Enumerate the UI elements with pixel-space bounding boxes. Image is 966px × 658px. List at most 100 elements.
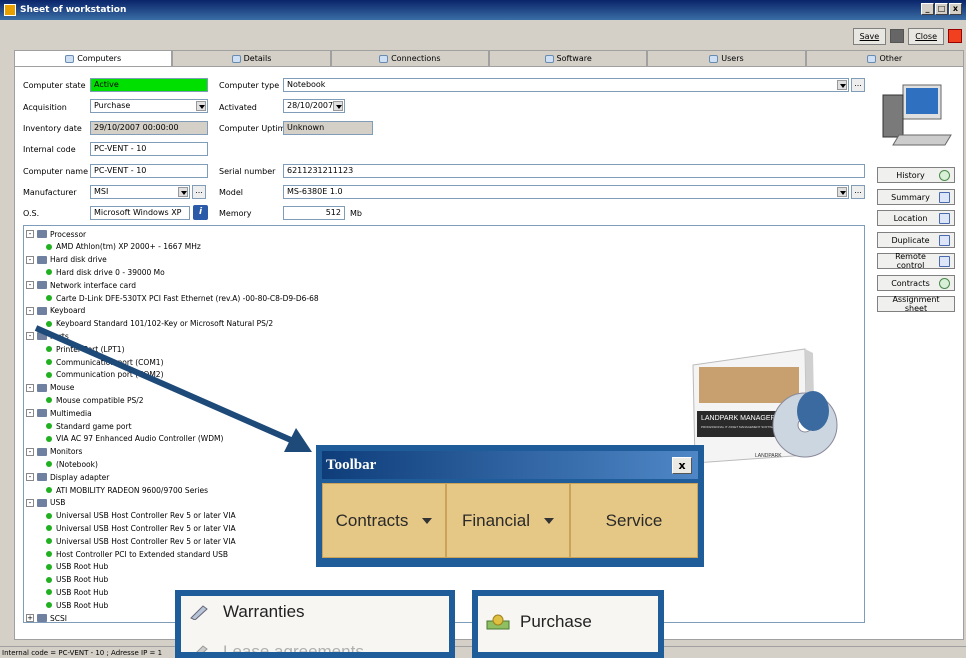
location-button[interactable]: Location xyxy=(877,210,955,226)
tree-category[interactable]: - Keyboard xyxy=(26,305,85,317)
tree-item[interactable]: Communication port (COM2) xyxy=(46,369,164,381)
tree-item[interactable]: Host Controller PCI to Extended standard… xyxy=(46,548,228,560)
tab-label: Other xyxy=(879,54,903,63)
computer-state-field[interactable]: Active xyxy=(90,78,208,92)
close-button[interactable]: Close xyxy=(908,27,944,45)
toolbar-contracts-label: Contracts xyxy=(335,510,409,530)
tree-category[interactable]: - Ports xyxy=(26,330,69,342)
tree-item[interactable]: USB Root Hub xyxy=(46,574,108,586)
tree-category[interactable]: - Mouse xyxy=(26,382,74,394)
tab-other[interactable]: Other xyxy=(805,50,964,66)
computer-type-more-button[interactable]: ... xyxy=(851,78,865,92)
connections-icon xyxy=(379,54,389,63)
chevron-down-icon[interactable] xyxy=(333,101,343,111)
info-icon[interactable]: i xyxy=(193,205,208,220)
tree-category[interactable]: - Multimedia xyxy=(26,407,92,419)
collapse-icon[interactable]: - xyxy=(26,447,34,456)
tree-item[interactable]: Hard disk drive 0 - 39000 Mo xyxy=(46,266,165,278)
tree-item[interactable]: Standard game port xyxy=(46,420,132,432)
collapse-icon[interactable]: - xyxy=(26,409,34,418)
tree-item[interactable]: Carte D-Link DFE-530TX PCI Fast Ethernet… xyxy=(46,292,319,304)
tab-details[interactable]: Details xyxy=(172,50,331,66)
chevron-down-icon[interactable] xyxy=(837,80,847,90)
chevron-down-icon[interactable] xyxy=(178,187,188,197)
tree-category[interactable]: - Network interface card xyxy=(26,279,136,291)
tree-item[interactable]: VIA AC 97 Enhanced Audio Controller (WDM… xyxy=(46,433,223,445)
serial-number-field[interactable]: 6211231211123 xyxy=(283,164,865,178)
tree-item[interactable]: Communication port (COM1) xyxy=(46,356,164,368)
tree-item[interactable]: Keyboard Standard 101/102-Key or Microso… xyxy=(46,318,273,330)
toolbar-contracts-button[interactable]: Contracts xyxy=(322,483,446,558)
menu-item-purchase[interactable]: Purchase xyxy=(486,612,592,632)
tree-item[interactable]: Mouse compatible PS/2 xyxy=(46,394,144,406)
assignment-sheet-button[interactable]: Assignment sheet xyxy=(877,295,955,313)
manufacturer-more-button[interactable]: ... xyxy=(192,185,206,199)
computer-name-field[interactable]: PC-VENT - 10 xyxy=(90,164,208,178)
status-dot-icon xyxy=(46,538,52,545)
remote-control-button[interactable]: Remote control xyxy=(877,252,955,270)
tree-category[interactable]: - Monitors xyxy=(26,446,82,458)
toolbar-close-button[interactable]: x xyxy=(672,457,692,474)
tree-label: USB Root Hub xyxy=(56,600,109,610)
computer-type-select[interactable]: Notebook xyxy=(283,78,849,92)
acquisition-select[interactable]: Purchase xyxy=(90,99,208,113)
collapse-icon[interactable]: - xyxy=(26,383,34,392)
tree-item[interactable]: USB Root Hub xyxy=(46,561,108,573)
chevron-down-icon[interactable] xyxy=(837,187,847,197)
minimize-button[interactable]: _ xyxy=(921,3,934,15)
financial-menu-callout: Purchase xyxy=(472,590,664,658)
tab-computers[interactable]: Computers xyxy=(14,50,173,66)
tree-item[interactable]: ATI MOBILITY RADEON 9600/9700 Series xyxy=(46,484,208,496)
activated-date-picker[interactable]: 28/10/2007 xyxy=(283,99,345,113)
power-icon[interactable] xyxy=(948,29,962,43)
collapse-icon[interactable]: - xyxy=(26,230,34,238)
tree-category[interactable]: - Hard disk drive xyxy=(26,254,107,266)
os-field[interactable]: Microsoft Windows XP xyxy=(90,206,190,220)
toolbar-service-button[interactable]: Service xyxy=(570,483,698,558)
close-window-button[interactable]: x xyxy=(949,3,962,15)
status-dot-icon xyxy=(46,359,52,365)
tree-item[interactable]: Printer Port (LPT1) xyxy=(46,343,125,355)
tab-users[interactable]: Users xyxy=(647,50,806,66)
duplicate-button[interactable]: Duplicate xyxy=(877,232,955,248)
tree-category[interactable]: - USB xyxy=(26,497,65,509)
tree-category[interactable]: + SCSI xyxy=(26,612,67,622)
collapse-icon[interactable]: - xyxy=(26,281,34,290)
tree-item[interactable]: USB Root Hub xyxy=(46,586,108,598)
tree-item[interactable]: USB Root Hub xyxy=(46,599,108,611)
summary-button[interactable]: Summary xyxy=(877,189,955,205)
maximize-button[interactable]: □ xyxy=(935,3,948,15)
floppy-icon[interactable] xyxy=(890,29,905,43)
tree-item[interactable]: Universal USB Host Controller Rev 5 or l… xyxy=(46,522,236,534)
manufacturer-select[interactable]: MSI xyxy=(90,185,190,199)
toolbar-financial-button[interactable]: Financial xyxy=(446,483,570,558)
menu-item-lease-agreements[interactable]: Lease agreements xyxy=(189,642,364,652)
collapse-icon[interactable]: - xyxy=(26,498,34,507)
model-more-button[interactable]: ... xyxy=(851,185,865,199)
tab-connections[interactable]: Connections xyxy=(330,50,489,66)
tree-item[interactable]: AMD Athlon(tm) XP 2000+ - 1667 MHz xyxy=(46,241,201,253)
tree-category[interactable]: - Processor xyxy=(26,228,86,240)
collapse-icon[interactable]: - xyxy=(26,255,34,264)
history-button[interactable]: History xyxy=(877,167,955,183)
tree-category[interactable]: - Display adapter xyxy=(26,471,109,483)
chevron-down-icon[interactable] xyxy=(196,101,206,111)
tree-item[interactable]: Universal USB Host Controller Rev 5 or l… xyxy=(46,510,236,522)
save-button[interactable]: Save xyxy=(852,27,887,45)
tree-label: Host Controller PCI to Extended standard… xyxy=(56,549,229,559)
memory-field[interactable]: 512 xyxy=(283,206,345,220)
collapse-icon[interactable]: - xyxy=(26,306,34,315)
menu-item-warranties[interactable]: Warranties xyxy=(189,602,305,622)
tree-label: USB Root Hub xyxy=(56,587,109,597)
tree-item[interactable]: (Notebook) xyxy=(46,458,98,470)
expand-icon[interactable]: + xyxy=(26,614,34,622)
collapse-icon[interactable]: - xyxy=(26,473,34,482)
tab-software[interactable]: Software xyxy=(488,50,648,66)
internal-code-field[interactable]: PC-VENT - 10 xyxy=(90,142,208,156)
contracts-button[interactable]: Contracts xyxy=(877,275,955,291)
tree-label: Processor xyxy=(50,229,87,239)
tree-item[interactable]: Universal USB Host Controller Rev 5 or l… xyxy=(46,535,236,547)
collapse-icon[interactable]: - xyxy=(26,332,34,341)
model-select[interactable]: MS-6380E 1.0 xyxy=(283,185,849,199)
app-icon xyxy=(4,4,16,16)
